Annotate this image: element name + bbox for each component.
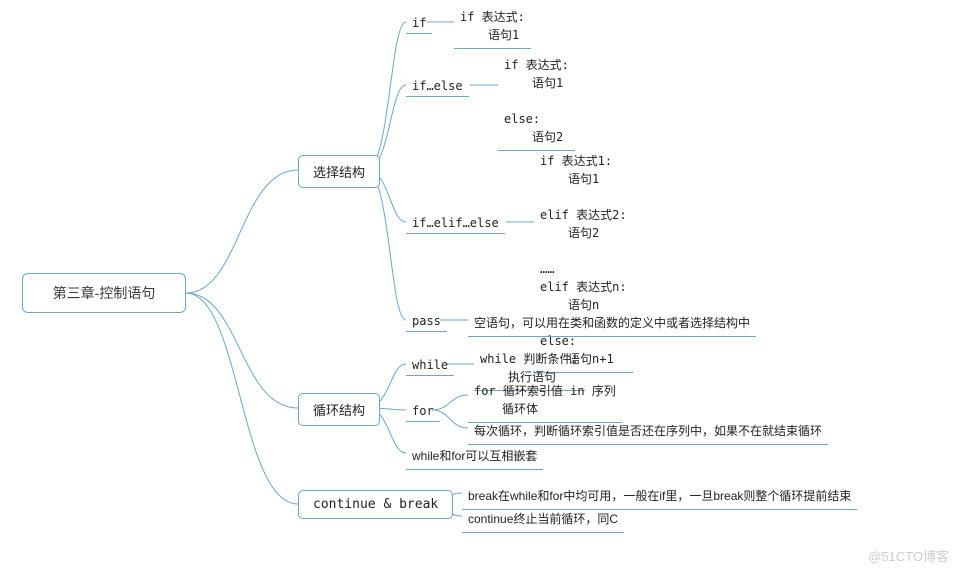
loop-label: 循环结构 — [313, 403, 365, 418]
selection-label: 选择结构 — [313, 165, 365, 180]
pass-label: pass — [406, 312, 447, 332]
for-code: for 循环索引值 in 序列 循环体 — [468, 380, 622, 423]
while-label: while — [406, 356, 454, 376]
root-title: 第三章-控制语句 — [53, 283, 156, 303]
pass-text: 空语句，可以用在类和函数的定义中或者选择结构中 — [468, 312, 756, 337]
break-text: break在while和for中均可用，一般在if里，一旦break则整个循环提… — [462, 485, 857, 510]
if-elif-else-code: if 表达式1: 语句1 elif 表达式2: 语句2 …… elif 表达式n… — [534, 150, 633, 373]
loop-nest-text: while和for可以互相嵌套 — [406, 445, 543, 470]
for-label: for — [406, 402, 440, 422]
root-node: 第三章-控制语句 — [22, 273, 186, 313]
if-label: if — [406, 14, 432, 34]
for-note: 每次循环，判断循环索引值是否还在序列中，如果不在就结束循环 — [468, 420, 828, 445]
if-elif-else-label: if…elif…else — [406, 214, 505, 234]
if-else-label: if…else — [406, 77, 469, 97]
continue-break-node: continue & break — [298, 490, 453, 519]
if-else-code: if 表达式: 语句1 else: 语句2 — [498, 54, 575, 151]
watermark: @51CTO博客 — [868, 546, 949, 565]
loop-node: 循环结构 — [298, 393, 380, 426]
selection-node: 选择结构 — [298, 155, 380, 188]
continue-break-label: continue & break — [313, 497, 438, 512]
continue-text: continue终止当前循环，同C — [462, 508, 624, 533]
if-code: if 表达式: 语句1 — [454, 6, 531, 49]
